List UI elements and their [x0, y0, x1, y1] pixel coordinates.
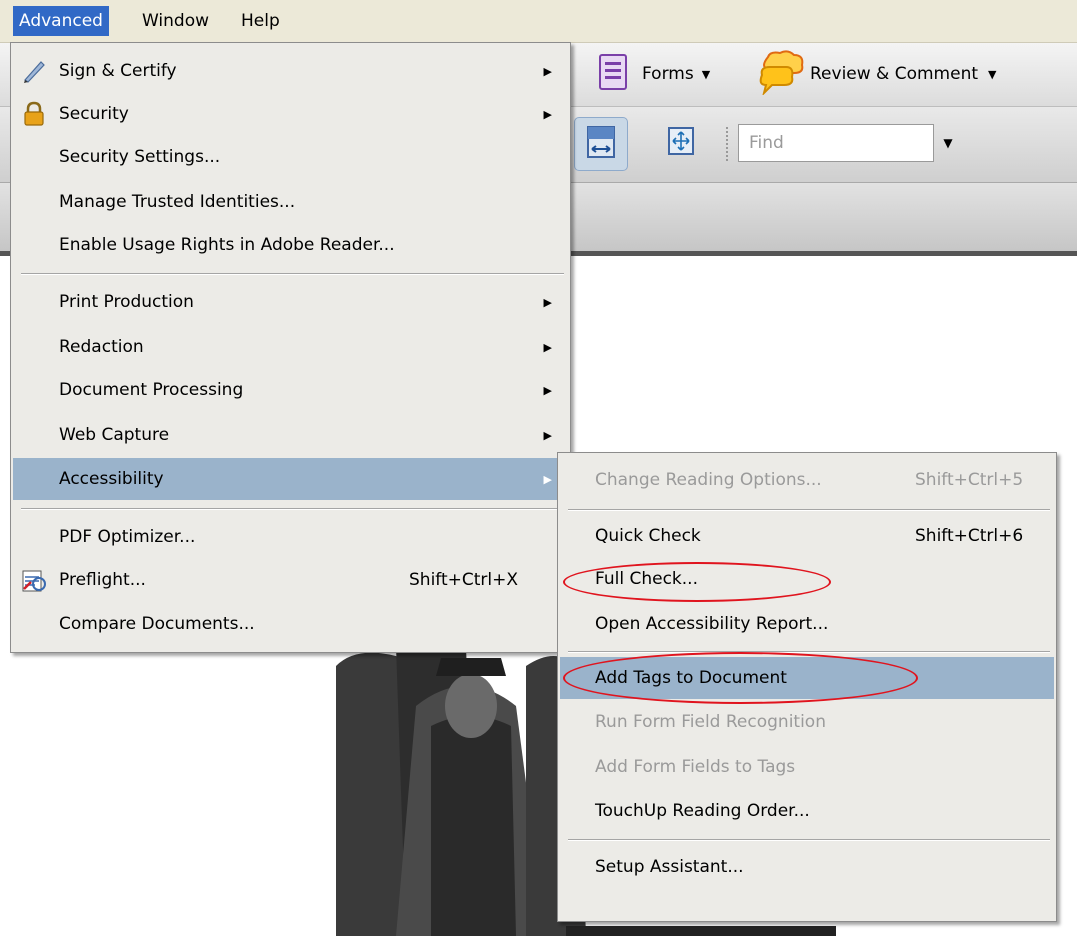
menu-item-compare-documents[interactable]: Compare Documents... [13, 603, 568, 645]
menu-item-label: Enable Usage Rights in Adobe Reader... [59, 235, 395, 255]
menu-item-label: Manage Trusted Identities... [59, 192, 296, 212]
menu-item-shortcut: Shift+Ctrl+5 [915, 470, 1024, 490]
menu-item-label: Print Production [59, 292, 194, 312]
menu-item-redaction[interactable]: Redaction ▶ [13, 326, 568, 368]
menu-item-quick-check[interactable]: Quick Check Shift+Ctrl+6 [560, 515, 1054, 557]
forms-button[interactable]: Forms ▼ [598, 53, 710, 95]
menu-item-shortcut: Shift+Ctrl+X [409, 570, 519, 590]
menu-item-label: Change Reading Options... [595, 470, 822, 490]
menu-advanced[interactable]: Advanced [13, 6, 109, 36]
menu-item-label: Compare Documents... [59, 614, 255, 634]
menubar: Advanced Window Help [0, 0, 1077, 43]
menu-item-label: Security [59, 104, 129, 124]
menu-item-label: Run Form Field Recognition [595, 712, 826, 732]
menu-item-web-capture[interactable]: Web Capture ▶ [13, 414, 568, 456]
menu-separator [568, 651, 1050, 653]
menu-item-security-settings[interactable]: Security Settings... [13, 136, 568, 178]
toolbar-grip [726, 127, 734, 161]
menu-item-add-form-fields-to-tags[interactable]: Add Form Fields to Tags [560, 746, 1054, 788]
submenu-arrow-icon: ▶ [543, 340, 552, 354]
forms-icon [598, 53, 628, 96]
menu-item-run-form-field-recognition[interactable]: Run Form Field Recognition [560, 701, 1054, 743]
annotation-ellipse-full-check [563, 562, 831, 602]
menu-item-preflight[interactable]: Preflight... Shift+Ctrl+X [13, 559, 568, 601]
menu-item-security[interactable]: Security ▶ [13, 93, 568, 135]
menu-item-open-accessibility-report[interactable]: Open Accessibility Report... [560, 603, 1054, 645]
fit-width-icon [585, 125, 617, 164]
lock-icon [21, 101, 47, 127]
menu-item-label: PDF Optimizer... [59, 527, 196, 547]
pen-icon [21, 58, 47, 84]
menu-help[interactable]: Help [235, 6, 286, 36]
menu-item-sign-certify[interactable]: Sign & Certify ▶ [13, 50, 568, 92]
find-dropdown-arrow[interactable]: ▼ [938, 124, 958, 162]
menu-item-document-processing[interactable]: Document Processing ▶ [13, 369, 568, 411]
review-dropdown-arrow: ▼ [988, 67, 997, 81]
forms-label: Forms [642, 64, 694, 84]
menu-window[interactable]: Window [136, 6, 215, 36]
menu-item-label: Web Capture [59, 425, 170, 445]
menu-item-shortcut: Shift+Ctrl+6 [915, 526, 1024, 546]
menu-item-change-reading-options[interactable]: Change Reading Options... Shift+Ctrl+5 [560, 459, 1054, 501]
submenu-arrow-icon: ▶ [543, 428, 552, 442]
menu-item-label: Setup Assistant... [595, 857, 744, 877]
menu-item-label: Open Accessibility Report... [595, 614, 829, 634]
menu-item-label: Add Form Fields to Tags [595, 757, 796, 777]
menu-item-pdf-optimizer[interactable]: PDF Optimizer... [13, 516, 568, 558]
submenu-arrow-icon: ▶ [543, 64, 552, 78]
menu-item-manage-trusted-identities[interactable]: Manage Trusted Identities... [13, 181, 568, 223]
menu-item-label: TouchUp Reading Order... [595, 801, 810, 821]
menu-item-setup-assistant[interactable]: Setup Assistant... [560, 846, 1054, 888]
menu-separator [568, 839, 1050, 841]
menu-item-label: Accessibility [59, 469, 164, 489]
menu-item-touchup-reading-order[interactable]: TouchUp Reading Order... [560, 790, 1054, 832]
menu-item-label: Redaction [59, 337, 144, 357]
advanced-menu: Sign & Certify ▶ Security ▶ Security Set… [10, 42, 571, 653]
preflight-icon [21, 567, 47, 593]
fit-page-icon [667, 126, 695, 161]
annotation-ellipse-add-tags [563, 652, 918, 704]
submenu-arrow-icon: ▶ [543, 383, 552, 397]
menu-item-print-production[interactable]: Print Production ▶ [13, 281, 568, 323]
submenu-arrow-icon: ▶ [543, 295, 552, 309]
review-comment-label: Review & Comment [810, 64, 979, 84]
forms-dropdown-arrow: ▼ [701, 67, 711, 81]
menu-separator [568, 509, 1050, 511]
menu-item-label: Sign & Certify [59, 61, 177, 81]
review-comment-button[interactable]: Review & Comment ▼ [756, 49, 997, 100]
menu-item-label: Quick Check [595, 526, 701, 546]
find-input[interactable]: Find [738, 124, 934, 162]
menu-item-label: Document Processing [59, 380, 244, 400]
comment-bubble-icon [756, 49, 806, 100]
menu-item-label: Security Settings... [59, 147, 221, 167]
menu-item-accessibility[interactable]: Accessibility ▶ [13, 458, 568, 500]
fit-page-button[interactable] [655, 117, 707, 169]
menu-separator [21, 273, 564, 275]
menu-item-enable-usage-rights[interactable]: Enable Usage Rights in Adobe Reader... [13, 224, 568, 266]
submenu-arrow-icon: ▶ [543, 472, 552, 486]
menu-separator [21, 508, 564, 510]
menu-item-label: Preflight... [59, 570, 146, 590]
submenu-arrow-icon: ▶ [543, 107, 552, 121]
fit-width-button[interactable] [574, 117, 628, 171]
